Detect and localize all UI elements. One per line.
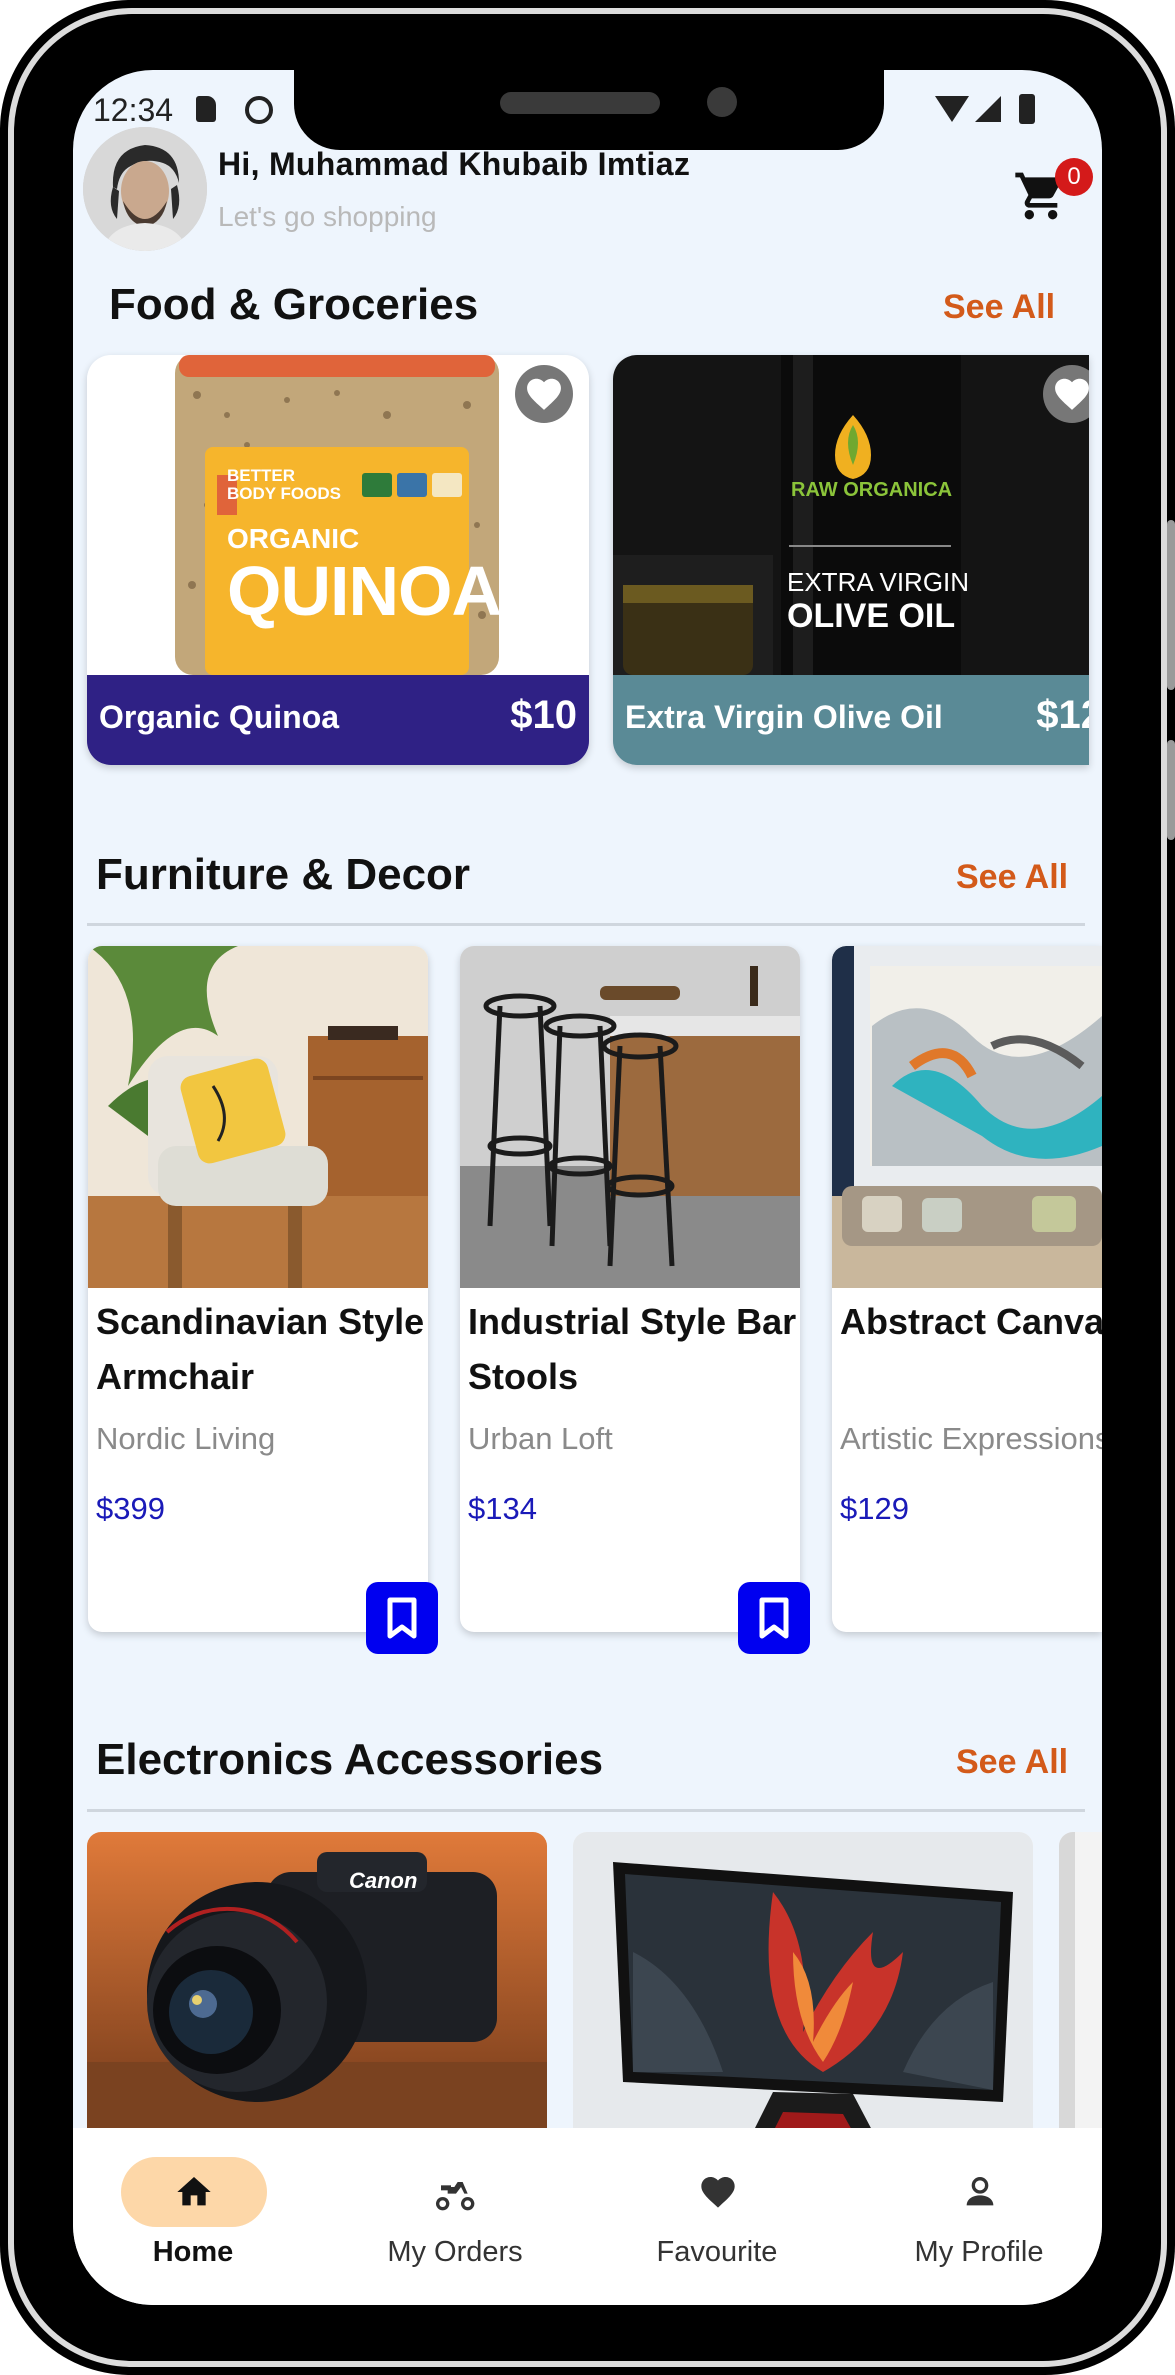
- olive-line2-label: OLIVE OIL: [787, 597, 956, 635]
- bookmark-button[interactable]: [366, 1582, 438, 1654]
- product-price: $10: [510, 693, 577, 737]
- nav-label: Favourite: [656, 2236, 778, 2268]
- partial-product-image: [1059, 1832, 1102, 2152]
- electronics-section-title: Electronics Accessories: [96, 1735, 604, 1784]
- status-time: 12:34: [93, 92, 174, 128]
- monitor-image: [573, 1832, 1033, 2152]
- product-name: Scandinavian Style Armchair: [96, 1301, 425, 1397]
- product-price: $12: [1036, 693, 1089, 737]
- section-divider: [87, 923, 1085, 926]
- olive-brand-label: RAW ORGANICA: [791, 479, 953, 501]
- olive-line1-label: EXTRA VIRGIN: [787, 567, 970, 597]
- bottom-navigation: Home My Orders Favourite My Profile: [73, 2128, 1102, 2305]
- cart-count-badge: 0: [1055, 158, 1093, 196]
- product-name: Industrial Style Bar Stools: [468, 1301, 797, 1397]
- product-card-olive-oil[interactable]: RAW ORGANICA EXTRA VIRGIN OLIVE OIL Extr…: [613, 355, 1089, 765]
- section-divider: [87, 1809, 1085, 1812]
- volume-button: [1167, 520, 1175, 690]
- greeting-text: Hi, Muhammad Khubaib Imtiaz: [218, 146, 691, 182]
- product-card-wall-art[interactable]: Abstract Canvas Wall Art Artistic Expres…: [832, 946, 1102, 1632]
- bookmark-icon: [387, 1597, 417, 1639]
- armchair-image: [88, 946, 428, 1288]
- product-price: $399: [96, 1491, 165, 1526]
- product-name: Abstract Canvas Wall Art: [840, 1301, 1102, 1342]
- camera-brand-label: Canon: [349, 1868, 418, 1893]
- product-price: $134: [468, 1491, 537, 1526]
- signal-icon: [975, 96, 1001, 122]
- favorite-button[interactable]: [515, 365, 573, 423]
- nav-favourite[interactable]: Favourite: [597, 2128, 837, 2305]
- wall-art-image: [832, 946, 1102, 1288]
- scooter-icon: [436, 2182, 475, 2211]
- camera-image: [87, 1832, 547, 2152]
- food-see-all-link[interactable]: See All: [943, 288, 1055, 327]
- heart-icon: [701, 2177, 735, 2208]
- product-card-quinoa[interactable]: BETTER BODY FOODS ORGANIC QUINOA Organic…: [87, 355, 589, 765]
- wifi-icon: [935, 96, 969, 122]
- nav-label: Home: [152, 2236, 234, 2268]
- product-card-bar-stools[interactable]: Industrial Style Bar Stools Urban Loft $…: [460, 946, 810, 1654]
- quinoa-image: BETTER BODY FOODS ORGANIC QUINOA: [87, 355, 589, 675]
- product-card-camera[interactable]: Canon: [87, 1832, 547, 2152]
- furniture-see-all-link[interactable]: See All: [956, 858, 1068, 897]
- status-bar: 12:34: [73, 82, 1102, 132]
- nav-home[interactable]: Home: [73, 2128, 313, 2305]
- nav-label: My Orders: [387, 2236, 523, 2268]
- product-card-monitor[interactable]: [573, 1832, 1033, 2152]
- quinoa-name-label: QUINOA: [227, 552, 502, 630]
- product-brand: Artistic Expressions: [840, 1421, 1102, 1456]
- quinoa-brand-label: BETTER BODY FOODS: [227, 466, 341, 503]
- furniture-section-title: Furniture & Decor: [96, 850, 471, 899]
- favorite-button[interactable]: [1043, 365, 1089, 423]
- product-name: Organic Quinoa: [99, 699, 340, 735]
- home-icon: [177, 2177, 211, 2206]
- subtitle-text: Let's go shopping: [218, 201, 437, 232]
- phone-frame: 12:34 Hi, Muhammad Khubaib Imtiaz Let's …: [0, 0, 1175, 2375]
- product-brand: Urban Loft: [468, 1421, 613, 1456]
- product-info-bar: Organic Quinoa $10: [87, 675, 589, 765]
- nav-my-profile[interactable]: My Profile: [859, 2128, 1099, 2305]
- bookmark-icon: [759, 1597, 789, 1639]
- product-card-armchair[interactable]: Scandinavian Style Armchair Nordic Livin…: [88, 946, 438, 1654]
- product-brand: Nordic Living: [96, 1421, 276, 1456]
- power-button: [1167, 740, 1175, 840]
- app-notification-icon: [245, 96, 273, 124]
- nav-label: My Profile: [914, 2236, 1044, 2268]
- heart-icon: [527, 378, 561, 410]
- app-screen: 12:34 Hi, Muhammad Khubaib Imtiaz Let's …: [73, 70, 1102, 2305]
- heart-icon: [1055, 378, 1089, 410]
- avatar-image: [83, 127, 207, 251]
- bookmark-button[interactable]: [738, 1582, 810, 1654]
- battery-icon: [1019, 94, 1035, 124]
- food-section-title: Food & Groceries: [109, 280, 479, 329]
- sd-card-icon: [196, 96, 216, 122]
- person-icon: [966, 2177, 994, 2206]
- electronics-see-all-link[interactable]: See All: [956, 1743, 1068, 1782]
- product-info-bar: Extra Virgin Olive Oil $12: [613, 675, 1089, 765]
- olive-oil-image: RAW ORGANICA EXTRA VIRGIN OLIVE OIL: [613, 355, 1089, 675]
- bar-stools-image: [460, 946, 800, 1288]
- avatar[interactable]: [83, 127, 207, 251]
- product-name: Extra Virgin Olive Oil: [625, 699, 943, 735]
- product-price: $129: [840, 1491, 909, 1526]
- product-card-partial[interactable]: [1059, 1832, 1102, 2152]
- nav-my-orders[interactable]: My Orders: [335, 2128, 575, 2305]
